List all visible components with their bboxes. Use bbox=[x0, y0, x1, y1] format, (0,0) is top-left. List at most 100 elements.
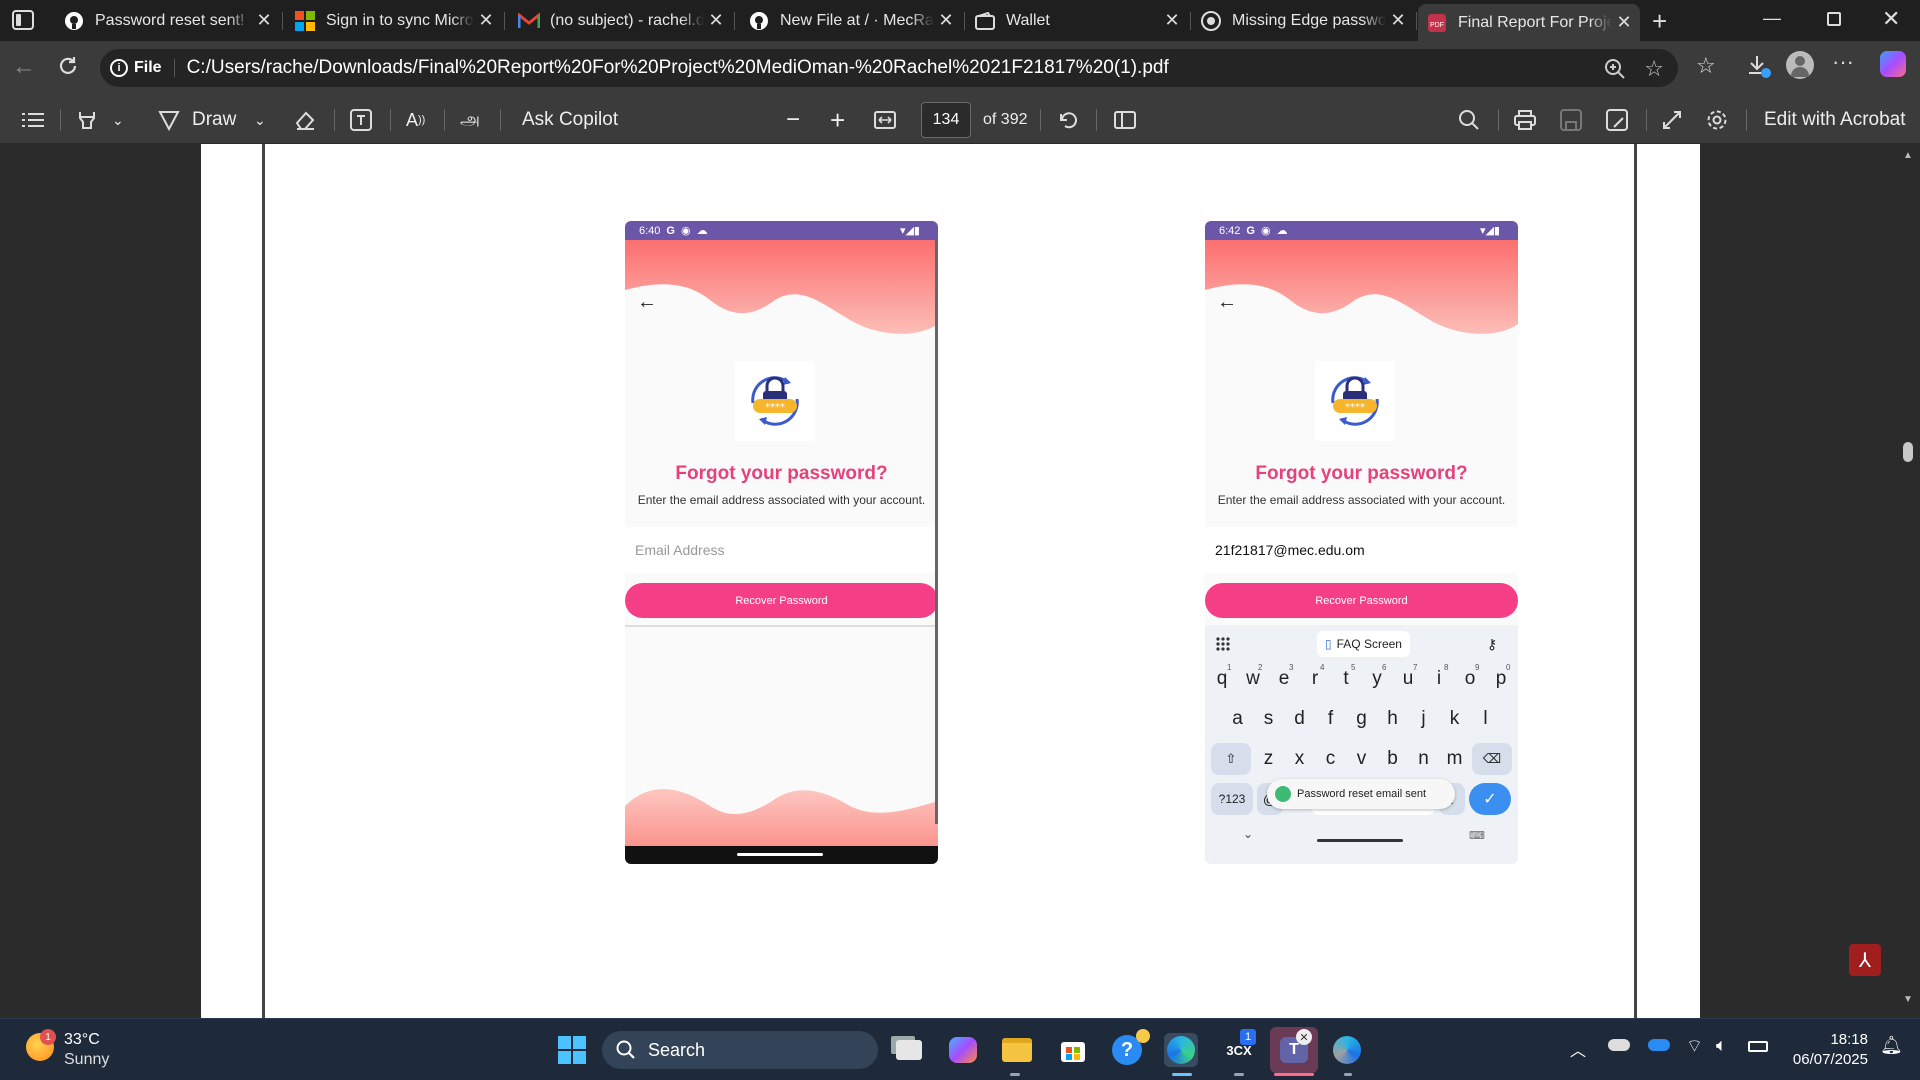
more-menu-icon[interactable]: ··· bbox=[1832, 49, 1854, 75]
key[interactable]: l bbox=[1472, 703, 1499, 735]
avatar[interactable] bbox=[1786, 51, 1814, 79]
key-icon[interactable]: ⚷ bbox=[1487, 631, 1497, 657]
key[interactable]: h bbox=[1379, 703, 1406, 735]
key[interactable]: j bbox=[1410, 703, 1437, 735]
chevron-down-icon[interactable]: ⌄ bbox=[112, 96, 124, 144]
restore-button[interactable] bbox=[1827, 12, 1841, 26]
favorites-icon[interactable]: ☆ bbox=[1696, 53, 1716, 79]
copilot-icon[interactable] bbox=[1880, 51, 1906, 77]
tab-gmail[interactable]: (no subject) - rachel.ds ✕ bbox=[510, 6, 735, 35]
print-icon[interactable] bbox=[1514, 96, 1536, 144]
close-window-button[interactable]: ✕ bbox=[1882, 6, 1900, 32]
key[interactable]: g bbox=[1348, 703, 1375, 735]
key[interactable]: p0 bbox=[1488, 663, 1515, 695]
key[interactable]: r4 bbox=[1302, 663, 1329, 695]
translate-icon[interactable]: அ bbox=[460, 96, 480, 144]
task-view-icon[interactable] bbox=[892, 1033, 926, 1067]
tab-sign-in-sync[interactable]: Sign in to sync Microsoft ✕ bbox=[286, 6, 505, 35]
highlight-icon[interactable] bbox=[76, 96, 98, 144]
clock-time[interactable]: 18:18 bbox=[1790, 1031, 1868, 1048]
key[interactable]: c bbox=[1317, 743, 1344, 775]
weather-temp[interactable]: 33°C bbox=[64, 1031, 100, 1049]
downloads-icon[interactable] bbox=[1746, 53, 1772, 79]
close-icon[interactable]: ✕ bbox=[1160, 9, 1184, 33]
keyboard-switch-icon[interactable]: ⌨ bbox=[1469, 829, 1485, 842]
draw-button[interactable]: Draw bbox=[158, 96, 236, 144]
vertical-scrollbar[interactable]: ▲ ▼ bbox=[1895, 144, 1920, 1018]
contents-icon[interactable] bbox=[22, 96, 44, 144]
recover-password-button[interactable]: Recover Password bbox=[625, 583, 938, 618]
scroll-down-icon[interactable]: ▼ bbox=[1903, 994, 1913, 1005]
hide-keyboard-icon[interactable]: ⌄ bbox=[1243, 827, 1253, 841]
clock-date[interactable]: 06/07/2025 bbox=[1784, 1051, 1868, 1068]
tab-password-reset[interactable]: Password reset sent! · G ✕ bbox=[55, 6, 283, 35]
taskbar-search[interactable]: Search bbox=[602, 1031, 878, 1069]
zoom-icon[interactable] bbox=[1604, 58, 1626, 80]
home-indicator[interactable] bbox=[737, 853, 823, 856]
shift-key-icon[interactable]: ⇧ bbox=[1211, 743, 1251, 775]
eraser-icon[interactable] bbox=[294, 96, 316, 144]
key[interactable]: v bbox=[1348, 743, 1375, 775]
fit-page-icon[interactable] bbox=[874, 96, 896, 144]
key[interactable]: w2 bbox=[1240, 663, 1267, 695]
text-box-icon[interactable] bbox=[350, 96, 372, 144]
scrollbar-thumb[interactable] bbox=[1903, 442, 1913, 462]
tab-missing-edge[interactable]: Missing Edge password ✕ bbox=[1192, 6, 1417, 35]
key[interactable]: f bbox=[1317, 703, 1344, 735]
edge-dev-icon[interactable] bbox=[1330, 1033, 1364, 1067]
key[interactable]: b bbox=[1379, 743, 1406, 775]
battery-icon[interactable] bbox=[1748, 1041, 1768, 1052]
zoom-in-button[interactable]: + bbox=[830, 96, 845, 144]
address-bar[interactable]: i File C:/Users/rache/Downloads/Final%20… bbox=[100, 49, 1678, 87]
close-icon[interactable]: ✕ bbox=[934, 9, 958, 33]
key[interactable]: x bbox=[1286, 743, 1313, 775]
tab-final-report[interactable]: PDF Final Report For Project ✕ bbox=[1418, 4, 1640, 41]
close-icon[interactable]: ✕ bbox=[474, 9, 498, 33]
settings-icon[interactable] bbox=[1706, 96, 1728, 144]
enter-check-icon[interactable]: ✓ bbox=[1469, 783, 1511, 815]
edit-with-acrobat-button[interactable]: Edit with Acrobat bbox=[1764, 96, 1906, 144]
back-arrow-icon[interactable]: ← bbox=[637, 291, 657, 314]
page-view-icon[interactable] bbox=[1114, 96, 1136, 144]
key[interactable]: s bbox=[1255, 703, 1282, 735]
tab-github-newfile[interactable]: New File at / · MecRach ✕ bbox=[740, 6, 965, 35]
minimize-button[interactable]: — bbox=[1763, 8, 1781, 29]
key[interactable]: a bbox=[1224, 703, 1251, 735]
wifi-icon[interactable]: ⌔ bbox=[1686, 1035, 1703, 1058]
key[interactable]: i8 bbox=[1426, 663, 1453, 695]
close-icon[interactable]: ✕ bbox=[1386, 9, 1410, 33]
key[interactable]: k bbox=[1441, 703, 1468, 735]
onedrive-personal-icon[interactable] bbox=[1608, 1039, 1630, 1051]
home-indicator[interactable] bbox=[1317, 839, 1403, 842]
key[interactable]: t5 bbox=[1333, 663, 1360, 695]
acrobat-icon[interactable]: ⅄ bbox=[1849, 944, 1881, 976]
ask-copilot-button[interactable]: Ask Copilot bbox=[522, 96, 618, 144]
site-info-chip[interactable]: i File bbox=[110, 59, 175, 77]
key[interactable]: q1 bbox=[1209, 663, 1236, 695]
back-button[interactable]: ← bbox=[12, 53, 36, 81]
save-icon[interactable] bbox=[1560, 96, 1582, 144]
onedrive-business-icon[interactable] bbox=[1648, 1039, 1670, 1051]
file-explorer-icon[interactable] bbox=[1000, 1033, 1034, 1067]
copilot-taskbar-icon[interactable] bbox=[946, 1033, 980, 1067]
search-icon[interactable] bbox=[1458, 96, 1480, 144]
close-icon[interactable]: ✕ bbox=[1612, 11, 1636, 35]
zoom-out-button[interactable]: − bbox=[786, 96, 800, 144]
new-tab-button[interactable]: + bbox=[1652, 6, 1667, 37]
key[interactable]: u7 bbox=[1395, 663, 1422, 695]
clipboard-suggestion[interactable]: ▯ FAQ Screen bbox=[1317, 631, 1410, 657]
tab-actions-icon[interactable] bbox=[12, 10, 34, 30]
key[interactable]: d bbox=[1286, 703, 1313, 735]
email-field[interactable]: 21f21817@mec.edu.om bbox=[1205, 527, 1518, 573]
keyboard-apps-icon[interactable] bbox=[1215, 631, 1231, 657]
symbols-key[interactable]: ?123 bbox=[1211, 783, 1253, 815]
pdf-viewer[interactable]: 6:40 G ◉ ☁ ▾◢▮ ← **** Forgot your passwo… bbox=[0, 144, 1920, 1018]
key[interactable]: e3 bbox=[1271, 663, 1298, 695]
url-text[interactable]: C:/Users/rache/Downloads/Final%20Report%… bbox=[187, 57, 1169, 79]
recover-password-button[interactable]: Recover Password bbox=[1205, 583, 1518, 618]
chevron-down-icon[interactable]: ⌄ bbox=[254, 96, 266, 144]
key[interactable]: y6 bbox=[1364, 663, 1391, 695]
read-aloud-icon[interactable]: A)) bbox=[406, 96, 425, 144]
key[interactable]: o9 bbox=[1457, 663, 1484, 695]
backspace-key-icon[interactable]: ⌫ bbox=[1472, 743, 1512, 775]
